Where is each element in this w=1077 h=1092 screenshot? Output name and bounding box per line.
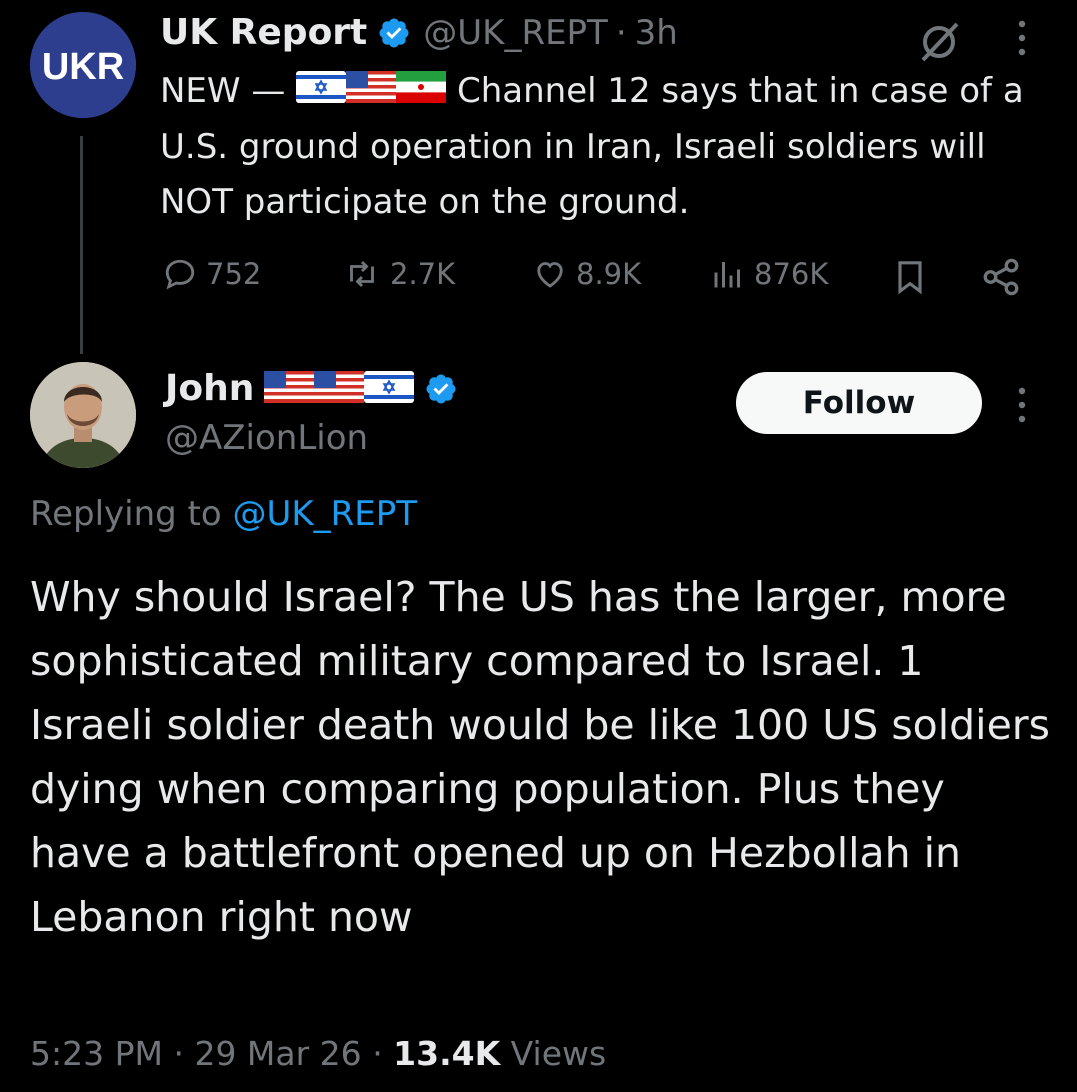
reply-time[interactable]: 5:23 PM <box>30 1034 163 1073</box>
tweet-text-main: Channel 12 says that in case of a U.S. g… <box>160 71 1024 222</box>
views-count: 876K <box>754 257 829 291</box>
verified-badge-icon <box>426 373 456 404</box>
tweet-text-prefix: NEW — <box>160 71 286 111</box>
israel-flag-icon <box>296 65 347 120</box>
usa-flag-icon <box>264 370 315 407</box>
tweet-action-bar: 752 2.7K 8.9K 876K <box>160 248 1040 304</box>
author-handle[interactable]: @UK_REPT <box>423 13 608 53</box>
avatar-logo-text: UKR <box>42 46 124 88</box>
tweet-flags <box>296 71 457 111</box>
repost-action[interactable]: 2.7K <box>340 256 455 292</box>
more-options-icon[interactable] <box>1018 18 1026 58</box>
john-avatar[interactable] <box>30 362 136 468</box>
reply-views-label: Views <box>510 1034 607 1073</box>
bookmark-icon[interactable] <box>890 256 930 298</box>
reply-views-count: 13.4K <box>393 1034 501 1073</box>
usa-flag-icon <box>314 370 365 407</box>
repost-count: 2.7K <box>390 257 456 291</box>
reply-name-flags <box>264 370 415 407</box>
reply-count: 752 <box>206 257 262 291</box>
verified-badge-icon <box>379 17 409 48</box>
heart-icon <box>537 262 563 288</box>
tweet-time[interactable]: 3h <box>635 13 678 53</box>
reply-author-handle[interactable]: @AZionLion <box>165 418 368 458</box>
repost-icon <box>350 260 374 288</box>
share-icon[interactable] <box>980 256 1022 298</box>
author-name[interactable]: UK Report <box>160 12 367 53</box>
tweet-text: NEW — Channel 12 says that in case of a … <box>160 64 1060 230</box>
reply-icon <box>165 259 195 290</box>
uk-report-avatar[interactable]: UKR <box>30 12 136 118</box>
reply-action[interactable]: 752 <box>160 256 261 292</box>
follow-button[interactable]: Follow <box>736 372 982 434</box>
analytics-icon <box>714 262 740 288</box>
views-action[interactable]: 876K <box>708 256 828 292</box>
like-count: 8.9K <box>576 257 642 291</box>
reply-author-row: John <box>165 368 470 409</box>
reply-text: Why should Israel? The US has the larger… <box>30 573 1051 941</box>
tweet-header: UK Report @UK_REPT · 3h <box>160 12 678 53</box>
replying-to: Replying to @UK_REPT <box>30 494 417 534</box>
reply-more-options-icon[interactable] <box>1018 385 1026 425</box>
reply-date[interactable]: 29 Mar 26 <box>194 1034 361 1073</box>
reply-footer: 5:23 PM · 29 Mar 26 · 13.4K Views <box>30 1034 607 1073</box>
replying-to-label: Replying to <box>30 494 222 534</box>
replying-to-handle[interactable]: @UK_REPT <box>233 494 418 534</box>
grok-icon[interactable] <box>913 18 965 66</box>
thread-connector-line <box>80 136 83 354</box>
reply-author-name[interactable]: John <box>165 368 254 409</box>
israel-flag-icon <box>364 370 415 407</box>
separator-dot: · <box>615 12 627 53</box>
usa-flag-icon <box>346 65 397 120</box>
like-action[interactable]: 8.9K <box>530 256 641 292</box>
iran-flag-icon <box>396 65 447 120</box>
